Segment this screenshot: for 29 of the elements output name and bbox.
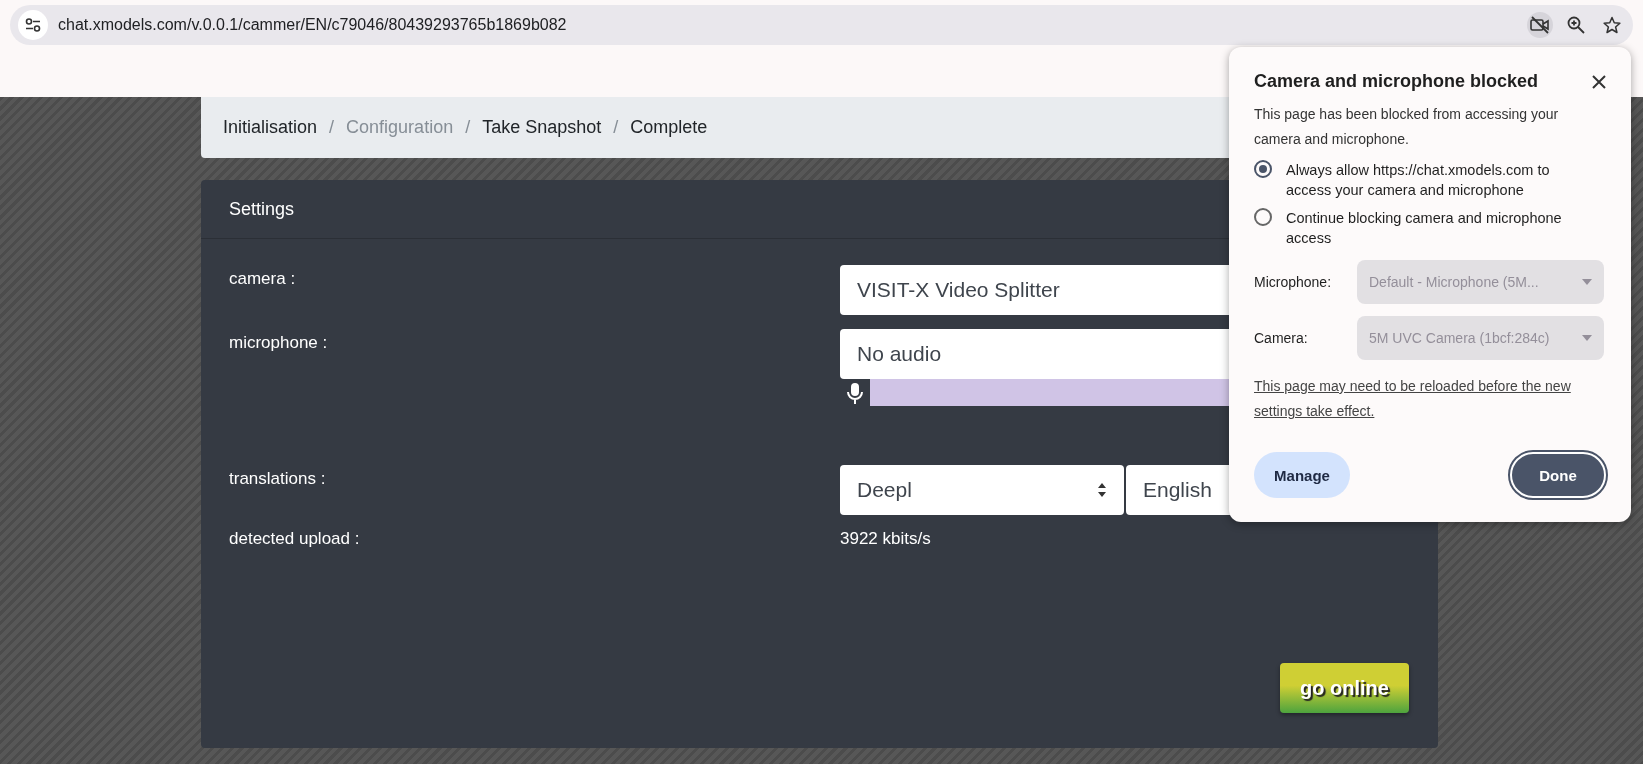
- field-label: microphone :: [229, 332, 329, 354]
- dropdown-caret-icon: [1582, 335, 1592, 341]
- translation-service-select[interactable]: Deepl: [840, 465, 1124, 515]
- popup-title: Camera and microphone blocked: [1254, 71, 1539, 92]
- breadcrumb-separator: /: [613, 117, 619, 138]
- device-label: Microphone:: [1254, 274, 1333, 290]
- field-label: camera :: [229, 268, 297, 290]
- upload-speed: 3922 kbits/s: [840, 529, 932, 549]
- popup-message: This page has been blocked from accessing your camera and microphone.: [1254, 105, 1560, 149]
- manage-button[interactable]: Manage: [1254, 452, 1350, 498]
- sort-arrows-icon: [1097, 482, 1107, 498]
- field-label: detected upload :: [229, 529, 361, 549]
- camera-off-icon[interactable]: [1527, 12, 1553, 38]
- done-button[interactable]: Done: [1510, 452, 1606, 498]
- dropdown-caret-icon: [1582, 279, 1592, 285]
- close-icon[interactable]: [1592, 74, 1606, 89]
- breadcrumb-separator: /: [329, 117, 335, 138]
- radio-button[interactable]: [1254, 208, 1272, 226]
- radio-button[interactable]: [1254, 160, 1272, 178]
- breadcrumb-step[interactable]: Initialisation: [223, 117, 318, 138]
- field-label: translations :: [229, 468, 327, 490]
- radio-label[interactable]: Continue blocking camera and microphone access: [1286, 208, 1606, 248]
- breadcrumb-separator: /: [465, 117, 471, 138]
- site-settings-icon[interactable]: [18, 10, 48, 40]
- panel-title: Settings: [229, 198, 295, 220]
- breadcrumb-step[interactable]: Take Snapshot: [482, 117, 602, 138]
- breadcrumb-step[interactable]: Complete: [630, 117, 708, 138]
- device-label: Camera:: [1254, 330, 1309, 346]
- radio-label[interactable]: Always allow https://chat.xmodels.com to access your camera and microphone: [1286, 160, 1606, 200]
